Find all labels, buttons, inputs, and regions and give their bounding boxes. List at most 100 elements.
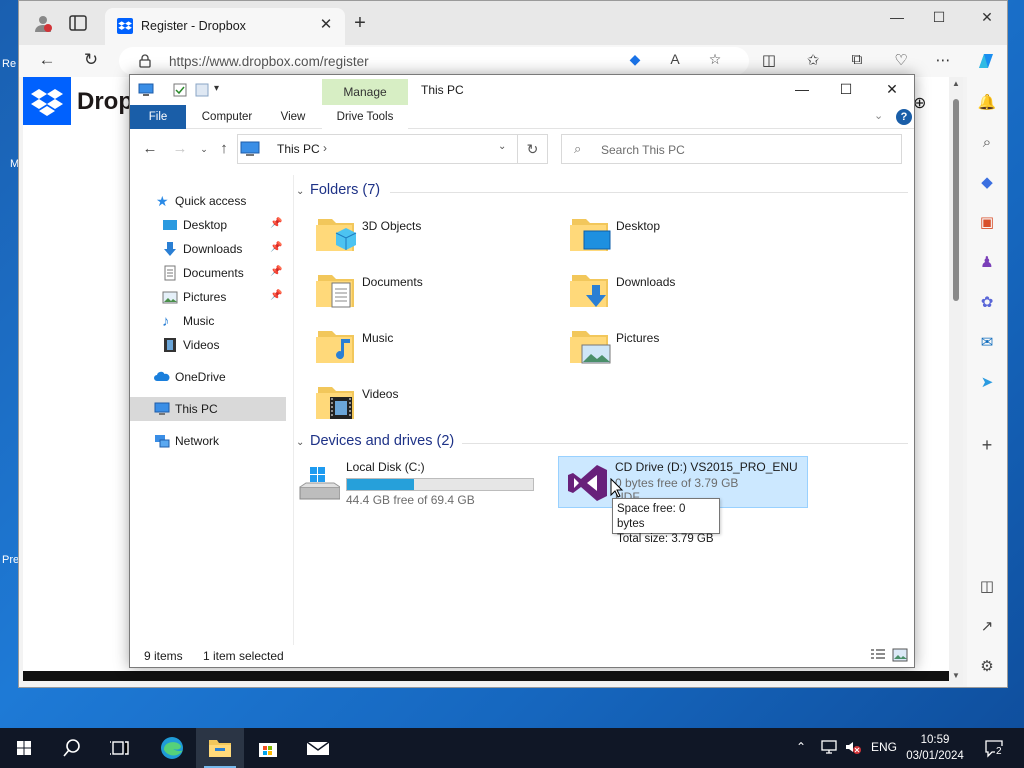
open-external-icon[interactable]: ↗ (977, 617, 997, 637)
pin-icon[interactable]: 📌 (270, 218, 282, 229)
help-icon[interactable]: ? (896, 109, 912, 125)
new-folder-icon[interactable] (194, 83, 210, 97)
explorer-refresh-icon[interactable]: ↻ (518, 134, 548, 164)
expand-ribbon-icon[interactable]: ⌄ (874, 109, 883, 122)
nav-pictures[interactable]: Pictures 📌 (130, 285, 286, 309)
search-icon[interactable]: ⌕ (977, 133, 997, 153)
nav-documents[interactable]: Documents 📌 (130, 261, 286, 285)
back-icon[interactable]: ← (35, 49, 59, 73)
tools-icon[interactable]: ▣ (977, 213, 997, 233)
browser-essentials-icon[interactable]: ♡ (891, 51, 911, 71)
network-tray-icon[interactable] (820, 739, 838, 755)
bell-icon[interactable]: 🔔 (977, 93, 997, 113)
customize-toolbar-icon[interactable]: ▾ (214, 83, 230, 97)
folder-documents[interactable]: Documents (290, 265, 540, 315)
explorer-close-icon[interactable]: ✕ (880, 81, 904, 101)
collections-icon[interactable]: ⧉ (847, 51, 867, 71)
browser-tab[interactable]: Register - Dropbox ✕ (105, 8, 345, 45)
profile-icon[interactable] (33, 13, 53, 33)
task-view-icon[interactable] (96, 728, 144, 768)
manage-contextual-tab[interactable]: Manage (322, 79, 408, 105)
nav-videos[interactable]: Videos (130, 333, 286, 357)
notification-center-icon[interactable]: 2 (984, 738, 1004, 758)
explorer-path-text[interactable]: This PC (277, 142, 320, 156)
language-indicator[interactable]: ENG (871, 740, 897, 754)
games-icon[interactable]: ♟ (977, 253, 997, 273)
folder-pictures[interactable]: Pictures (544, 321, 794, 371)
nav-network[interactable]: Network (130, 429, 286, 453)
taskbar-search-icon[interactable] (48, 728, 96, 768)
settings-gear-icon[interactable]: ⚙ (977, 657, 997, 677)
language-globe-icon[interactable]: ⊕ (913, 93, 931, 112)
favorites-icon[interactable]: ✩ (803, 51, 823, 71)
nav-desktop[interactable]: Desktop 📌 (130, 213, 286, 237)
split-screen-icon[interactable]: ◫ (759, 51, 779, 71)
folders-group-header[interactable]: ⌄ Folders (7) (296, 182, 380, 202)
close-window-icon[interactable]: ✕ (973, 9, 1001, 29)
explorer-forward-icon[interactable]: → (170, 139, 190, 159)
nav-this-pc[interactable]: This PC (130, 397, 286, 421)
read-aloud-icon[interactable]: A (665, 51, 685, 71)
nav-music[interactable]: ♪ Music (130, 309, 286, 333)
sidebar-layout-icon[interactable]: ◫ (977, 577, 997, 597)
explorer-back-icon[interactable]: ← (140, 139, 160, 159)
favorite-star-icon[interactable]: ☆ (705, 51, 725, 71)
folder-3d-objects[interactable]: 3D Objects (290, 209, 540, 259)
office-icon[interactable]: ✿ (977, 293, 997, 313)
explorer-search-input[interactable]: ⌕ Search This PC (561, 134, 902, 164)
pin-icon[interactable]: 📌 (270, 242, 282, 253)
folder-videos[interactable]: Videos (290, 377, 540, 427)
show-hidden-icons-icon[interactable]: ⌃ (796, 740, 806, 754)
tab-view[interactable]: View (270, 105, 316, 129)
path-dropdown-icon[interactable]: ⌄ (498, 141, 506, 152)
folder-downloads[interactable]: Downloads (544, 265, 794, 315)
shopping-tag-icon[interactable]: ◆ (625, 51, 645, 71)
properties-icon[interactable] (172, 83, 188, 97)
dropbox-logo-icon[interactable] (23, 77, 71, 125)
folder-desktop[interactable]: Desktop (544, 209, 794, 259)
pin-icon[interactable]: 📌 (270, 290, 282, 301)
pin-icon[interactable]: 📌 (270, 266, 282, 277)
copilot-icon[interactable] (975, 50, 997, 72)
refresh-icon[interactable]: ↻ (79, 49, 103, 73)
url-bar[interactable]: https://www.dropbox.com/register (119, 47, 749, 75)
url-text[interactable]: https://www.dropbox.com/register (169, 54, 369, 69)
scroll-up-icon[interactable]: ▲ (951, 79, 961, 88)
details-view-icon[interactable] (870, 648, 886, 662)
computer-icon[interactable] (138, 83, 154, 97)
collapse-chevron-icon[interactable]: ⌄ (296, 186, 310, 197)
up-folder-icon[interactable]: ↑ (214, 139, 234, 159)
tab-file[interactable]: File (130, 105, 186, 129)
new-tab-icon[interactable]: + (349, 13, 371, 36)
devices-group-header[interactable]: ⌄ Devices and drives (2) (296, 433, 454, 453)
mail-icon[interactable] (294, 728, 342, 768)
outlook-icon[interactable]: ✉ (977, 333, 997, 353)
lock-icon[interactable] (139, 54, 151, 68)
folder-music[interactable]: Music (290, 321, 540, 371)
nav-downloads[interactable]: Downloads 📌 (130, 237, 286, 261)
taskbar-clock[interactable]: 10:59 03/01/2024 (902, 732, 968, 764)
shopping-icon[interactable]: ◆ (977, 173, 997, 193)
explorer-path-box[interactable]: This PC › ⌄ (237, 134, 518, 164)
add-sidebar-icon[interactable]: + (977, 435, 997, 455)
minimize-icon[interactable]: — (883, 9, 911, 29)
page-scrollbar[interactable]: ▲ ▼ (949, 77, 963, 685)
tab-drive-tools[interactable]: Drive Tools (322, 105, 408, 129)
more-options-icon[interactable]: ⋯ (933, 51, 953, 71)
scroll-down-icon[interactable]: ▼ (951, 671, 961, 680)
nav-onedrive[interactable]: OneDrive (130, 365, 286, 389)
drive-local-disk-c[interactable]: Local Disk (C:) 44.4 GB free of 69.4 GB (290, 457, 540, 509)
maximize-icon[interactable]: ☐ (925, 9, 953, 29)
tab-computer[interactable]: Computer (192, 105, 262, 129)
explorer-taskbar-button[interactable] (196, 728, 244, 768)
microsoft-store-icon[interactable] (244, 728, 292, 768)
large-icons-view-icon[interactable] (892, 648, 908, 662)
edge-taskbar-icon[interactable] (148, 728, 196, 768)
explorer-maximize-icon[interactable]: ☐ (834, 81, 858, 101)
collapse-chevron-icon[interactable]: ⌄ (296, 437, 310, 448)
tab-actions-icon[interactable] (69, 14, 87, 32)
close-tab-icon[interactable]: ✕ (317, 16, 335, 34)
scrollbar-thumb[interactable] (953, 99, 959, 301)
explorer-minimize-icon[interactable]: — (790, 81, 814, 101)
volume-muted-icon[interactable] (844, 739, 862, 755)
